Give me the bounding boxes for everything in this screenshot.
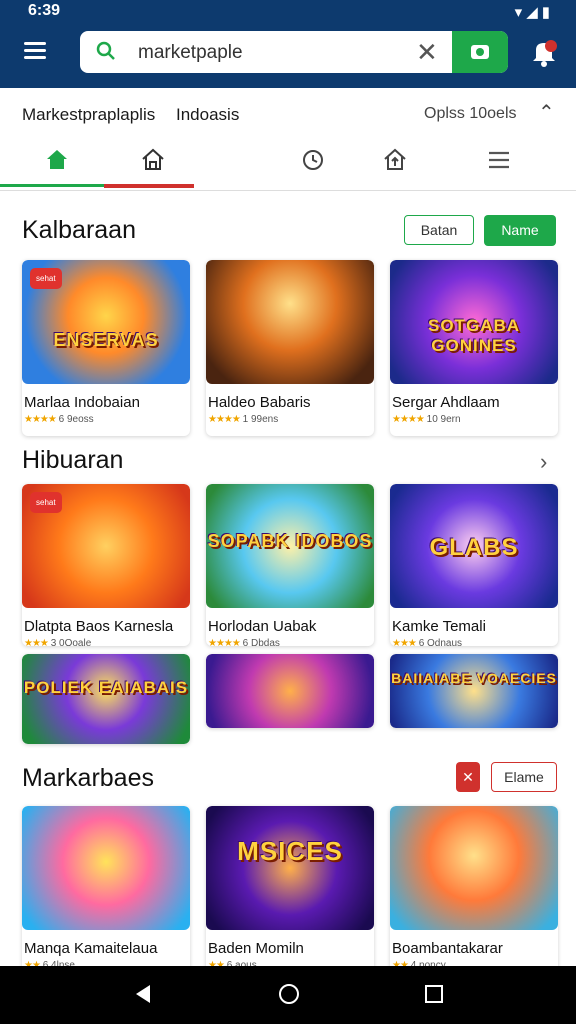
- tools-icon[interactable]: ✕: [456, 762, 480, 792]
- game-card[interactable]: sehat ENSERVAS Marlaa Indobaian ★★★★ 6 9…: [22, 260, 190, 436]
- section-title-hibuaran: Hibuaran: [22, 446, 124, 474]
- game-rating: ★★★★ 6 9eoss: [24, 414, 94, 425]
- hamburger-menu-icon[interactable]: [24, 42, 46, 60]
- chevron-right-icon[interactable]: ›: [540, 449, 547, 475]
- game-rating: ★★★ 6 Odnaus: [392, 638, 463, 646]
- game-rating: ★★★★ 10 9ern: [392, 414, 461, 425]
- tab-upload[interactable]: [364, 142, 424, 190]
- game-name: Dlatpta Baos Karnesla: [24, 618, 174, 635]
- game-art-text: BAIIAIABE VOAECIES: [391, 670, 557, 686]
- status-bar: 6:39 ▾◢▮: [0, 0, 576, 24]
- search-icon: [96, 41, 115, 60]
- recents-icon[interactable]: [423, 982, 445, 1011]
- game-thumbnail: MSICES: [206, 806, 374, 930]
- game-thumbnail: [390, 806, 558, 930]
- game-art-text: SOPABK IDOBOS: [207, 531, 373, 551]
- game-name: Marlaa Indobaian: [24, 394, 140, 411]
- game-name: Manqa Kamaitelaua: [24, 940, 158, 957]
- game-art-text: GLABS: [429, 534, 519, 561]
- menu-icon: [489, 151, 509, 169]
- notification-bell-icon[interactable]: [530, 38, 558, 68]
- game-art-text: ENSERVAS: [53, 330, 159, 350]
- section3-outline-button[interactable]: Elame: [491, 762, 557, 792]
- game-card[interactable]: [206, 654, 374, 728]
- game-name: Kamke Temali: [392, 618, 486, 635]
- game-thumbnail: SOPABK IDOBOS: [206, 484, 374, 608]
- game-badge: sehat: [30, 268, 62, 289]
- camera-search-button[interactable]: [452, 31, 508, 73]
- game-thumbnail: [206, 654, 374, 728]
- back-icon[interactable]: [132, 982, 154, 1011]
- camera-icon: [471, 45, 489, 59]
- game-card[interactable]: BAIIAIABE VOAECIES: [390, 654, 558, 728]
- upload-icon: [384, 148, 406, 170]
- game-art-text: MSICES: [237, 836, 343, 866]
- store-icon: [142, 148, 164, 170]
- game-name: Sergar Ahdlaam: [392, 394, 500, 411]
- status-icons: ▾◢▮: [514, 4, 554, 21]
- tab-menu[interactable]: [468, 142, 528, 190]
- section-title-kalbaraan: Kalbaraan: [22, 216, 136, 244]
- game-thumbnail: BAIIAIABE VOAECIES: [390, 654, 558, 728]
- search-input[interactable]: [136, 39, 440, 67]
- game-thumbnail: SOTGABA GONINES: [390, 260, 558, 384]
- game-art-text: POLIEK EAIABAIS: [23, 678, 189, 697]
- tab-indicator-red: [104, 184, 194, 188]
- system-nav-bar: [0, 966, 576, 1024]
- game-thumbnail: [206, 260, 374, 384]
- collapse-icon[interactable]: ⌃: [538, 100, 555, 125]
- tab-store[interactable]: [122, 142, 182, 190]
- game-card[interactable]: sehat Dlatpta Baos Karnesla ★★★ 3 0Ooale: [22, 484, 190, 646]
- search-bar: ✕: [80, 31, 508, 73]
- game-name: Baden Momiln: [208, 940, 304, 957]
- game-rating: ★★★ 3 0Ooale: [24, 638, 92, 646]
- game-thumbnail: GLABS: [390, 484, 558, 608]
- game-art-text: SOTGABA GONINES: [428, 316, 520, 355]
- game-thumbnail: sehat: [22, 484, 190, 608]
- subnav-link-indonesia[interactable]: Indoasis: [176, 105, 239, 125]
- section1-fill-button[interactable]: Name: [484, 215, 556, 246]
- game-thumbnail: [22, 806, 190, 930]
- status-time: 6:39: [28, 2, 61, 19]
- subnav-link-marketplace[interactable]: Markestpraplaplis: [22, 105, 155, 125]
- game-card[interactable]: MSICES Baden Momiln ★★ 6 aous: [206, 806, 374, 976]
- section-title-markarbaes: Markarbaes: [22, 764, 154, 792]
- game-card[interactable]: Boambantakarar ★★ 4 poncy: [390, 806, 558, 976]
- tab-history[interactable]: [282, 142, 342, 190]
- game-name: Boambantakarar: [392, 940, 503, 957]
- game-rating: ★★★★ 6 Dbdas: [208, 638, 280, 646]
- game-rating: ★★★★ 1 99ens: [208, 414, 279, 425]
- game-card[interactable]: POLIEK EAIABAIS: [22, 654, 190, 744]
- game-card[interactable]: Manqa Kamaitelaua ★★ 6 4lnse: [22, 806, 190, 976]
- game-name: Haldeo Babaris: [208, 394, 311, 411]
- tab-indicator-green: [0, 184, 104, 187]
- subnav-options[interactable]: Oplss 10oels: [424, 105, 517, 123]
- game-card[interactable]: SOTGABA GONINES Sergar Ahdlaam ★★★★ 10 9…: [390, 260, 558, 436]
- tab-home[interactable]: [26, 142, 86, 190]
- game-card[interactable]: SOPABK IDOBOS Horlodan Uabak ★★★★ 6 Dbda…: [206, 484, 374, 646]
- home-circle-icon[interactable]: [277, 982, 301, 1011]
- clear-icon[interactable]: ✕: [416, 37, 438, 68]
- game-card[interactable]: Haldeo Babaris ★★★★ 1 99ens: [206, 260, 374, 436]
- history-icon: [303, 150, 323, 170]
- game-badge: sehat: [30, 492, 62, 513]
- game-card[interactable]: GLABS Kamke Temali ★★★ 6 Odnaus: [390, 484, 558, 646]
- sub-navigation: Markestpraplaplis Indoasis Oplss 10oels …: [0, 88, 576, 142]
- app-bar: ✕: [0, 24, 576, 88]
- game-name: Horlodan Uabak: [208, 618, 317, 635]
- home-icon: [47, 150, 67, 169]
- game-thumbnail: sehat ENSERVAS: [22, 260, 190, 384]
- game-thumbnail: POLIEK EAIABAIS: [22, 654, 190, 744]
- section1-outline-button[interactable]: Batan: [404, 215, 474, 245]
